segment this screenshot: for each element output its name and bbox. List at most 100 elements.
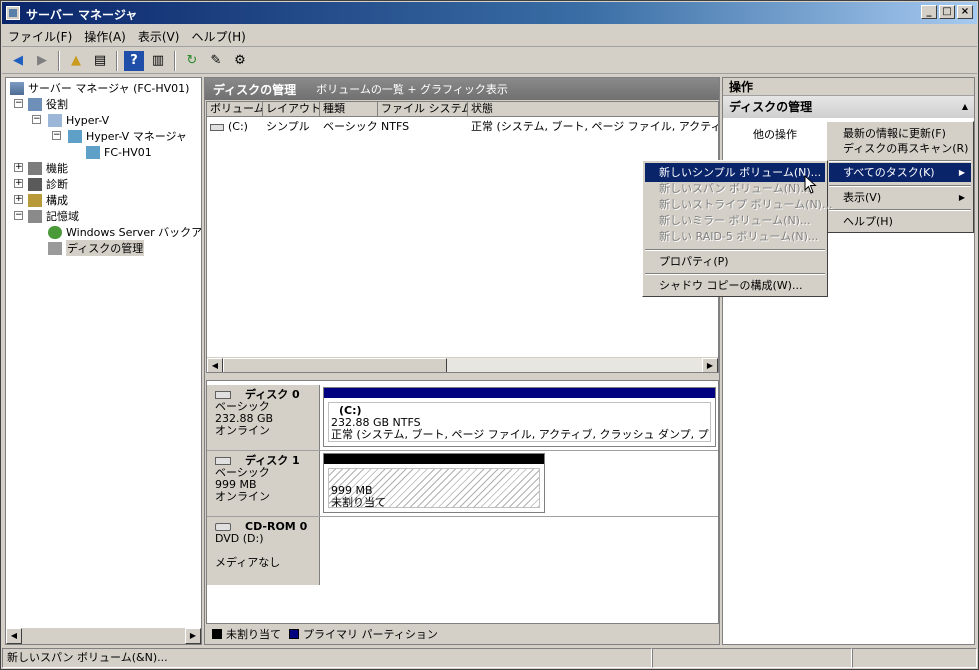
tree-item-disk-management[interactable]: ディスクの管理 — [48, 240, 145, 256]
cdrom-label[interactable]: CD-ROM 0 DVD (D:) メディアなし — [207, 517, 320, 585]
tree-item-hyper-v[interactable]: Hyper-V — [48, 112, 109, 128]
tree-item-features[interactable]: 機能 — [28, 160, 68, 176]
tree-horizontal-scrollbar[interactable]: ◀ ▶ — [6, 628, 201, 644]
tree-item-label: 診断 — [46, 178, 68, 191]
menu-bar: ファイル(F) 操作(A) 表示(V) ヘルプ(H) — [2, 26, 977, 47]
menu-file[interactable]: ファイル(F) — [2, 28, 78, 45]
column-status[interactable]: 状態 — [468, 102, 718, 117]
menu-item-properties[interactable]: プロパティ(P) — [645, 252, 729, 271]
center-subtitle: ボリュームの一覧 + グラフィック表示 — [316, 83, 508, 96]
menu-item-all-tasks[interactable]: すべてのタスク(K) ▶ — [829, 163, 971, 182]
actions-section-label: ディスクの管理 — [729, 100, 813, 114]
expand-icon[interactable]: + — [14, 195, 23, 204]
server-manager-window: サーバー マネージャ _ □ × ファイル(F) 操作(A) 表示(V) ヘルプ… — [0, 0, 979, 670]
table-row[interactable]: (C:) シンプル ベーシック NTFS 正常 (システム, ブート, ページ … — [207, 119, 718, 135]
up-folder-icon[interactable]: ▲ — [66, 51, 86, 71]
hyper-v-icon — [48, 113, 62, 127]
menu-item-shadow-copy[interactable]: シャドウ コピーの構成(W)... — [645, 276, 802, 295]
forward-icon[interactable]: ▶ — [32, 51, 52, 71]
menu-help[interactable]: ヘルプ(H) — [185, 28, 251, 45]
refresh-icon[interactable]: ↻ — [182, 51, 202, 71]
toolbar-separator — [174, 50, 176, 71]
menu-view[interactable]: 表示(V) — [132, 28, 186, 45]
tree-item-server-manager[interactable]: サーバー マネージャ (FC-HV01) — [10, 80, 189, 96]
actions-section-disk-management[interactable]: ディスクの管理 ▲ — [723, 96, 974, 118]
disk-settings-icon[interactable]: ⚙ — [230, 51, 250, 71]
back-icon[interactable]: ◀ — [8, 51, 28, 71]
collapse-icon[interactable]: − — [52, 131, 61, 140]
tree-item-hyper-v-manager[interactable]: Hyper-V マネージャ — [68, 128, 187, 144]
disk-row-cdrom[interactable]: CD-ROM 0 DVD (D:) メディアなし — [207, 517, 718, 585]
scroll-thumb[interactable] — [223, 358, 447, 372]
menu-item-rescan-disks[interactable]: ディスクの再スキャン(R) — [829, 139, 968, 158]
partition-status: 未割り当て — [331, 496, 386, 508]
status-cell-3 — [852, 648, 977, 668]
show-hide-tree-icon[interactable]: ▤ — [90, 51, 110, 71]
scroll-right-icon[interactable]: ▶ — [702, 358, 718, 372]
volume-list-horizontal-scrollbar[interactable]: ◀ ▶ — [207, 357, 718, 372]
storage-icon — [28, 209, 42, 223]
host-server-icon — [86, 145, 100, 159]
collapse-icon[interactable]: − — [32, 115, 41, 124]
cdrom-icon — [215, 523, 231, 531]
tree-item-fc-hv01[interactable]: FC-HV01 — [86, 144, 152, 160]
menu-separator — [829, 160, 971, 162]
column-volume[interactable]: ボリューム — [207, 102, 263, 117]
menu-item-view[interactable]: 表示(V) ▶ — [829, 188, 971, 207]
diagnostics-icon — [28, 177, 42, 191]
scroll-left-icon[interactable]: ◀ — [207, 358, 223, 372]
disk-row-1[interactable]: ディスク 1 ベーシック 999 MB オンライン 999 MB 未割り当て — [207, 451, 718, 517]
menu-item-help[interactable]: ヘルプ(H) — [829, 212, 893, 231]
legend-label: 未割り当て — [226, 628, 281, 641]
close-button[interactable]: × — [957, 5, 973, 19]
tree-item-label: Hyper-V マネージャ — [86, 130, 187, 143]
partition-body: 999 MB 未割り当て — [328, 468, 540, 508]
partition-unallocated[interactable]: 999 MB 未割り当て — [323, 453, 545, 513]
tree-item-storage[interactable]: 記憶域 — [28, 208, 79, 224]
disk-state: オンライン — [215, 490, 270, 503]
tree-item-diagnostics[interactable]: 診断 — [28, 176, 68, 192]
scroll-left-icon[interactable]: ◀ — [6, 628, 22, 644]
column-layout[interactable]: レイアウト — [263, 102, 320, 117]
menu-item-label: 表示(V) — [843, 191, 882, 204]
features-icon — [28, 161, 42, 175]
collapse-up-icon[interactable]: ▲ — [962, 96, 968, 118]
help-icon[interactable]: ? — [124, 50, 144, 71]
tree-item-label: Hyper-V — [66, 113, 110, 127]
status-bar: 新しいスパン ボリューム(&N)... — [2, 648, 977, 668]
mouse-cursor-icon — [804, 175, 817, 194]
volume-list-header: ボリューム レイアウト 種類 ファイル システム 状態 — [207, 102, 718, 117]
tree-item-label: ディスクの管理 — [66, 240, 145, 256]
partition-c[interactable]: (C:) 232.88 GB NTFS 正常 (システム, ブート, ページ フ… — [323, 387, 716, 447]
collapse-icon[interactable]: − — [14, 211, 23, 220]
disk-1-label[interactable]: ディスク 1 ベーシック 999 MB オンライン — [207, 451, 320, 516]
expand-icon[interactable]: + — [14, 163, 23, 172]
properties-icon[interactable]: ✎ — [206, 51, 226, 71]
collapse-icon[interactable]: − — [14, 99, 23, 108]
action-pane-icon[interactable]: ▥ — [148, 51, 168, 71]
title-bar[interactable]: サーバー マネージャ _ □ × — [2, 2, 977, 24]
column-filesystem[interactable]: ファイル システム — [378, 102, 468, 117]
disk-row-0[interactable]: ディスク 0 ベーシック 232.88 GB オンライン (C:) 232.88… — [207, 385, 718, 451]
tree-item-label: サーバー マネージャ (FC-HV01) — [28, 82, 190, 95]
menu-item-new-raid5-volume[interactable]: 新しい RAID-5 ボリューム(N)... — [645, 227, 818, 246]
disk-0-label[interactable]: ディスク 0 ベーシック 232.88 GB オンライン — [207, 385, 320, 450]
tree-item-roles[interactable]: 役割 — [28, 96, 68, 112]
drive-icon — [210, 123, 224, 131]
expand-icon[interactable]: + — [14, 179, 23, 188]
cell-volume-text: (C:) — [228, 120, 248, 133]
minimize-button[interactable]: _ — [921, 5, 937, 19]
column-type[interactable]: 種類 — [320, 102, 378, 117]
menu-action[interactable]: 操作(A) — [78, 28, 132, 45]
scroll-right-icon[interactable]: ▶ — [185, 628, 201, 644]
tree-item-configuration[interactable]: 構成 — [28, 192, 68, 208]
menu-separator — [829, 209, 971, 211]
maximize-button[interactable]: □ — [939, 5, 955, 19]
disk-icon — [215, 391, 231, 399]
other-actions[interactable]: 他の操作 — [753, 126, 797, 142]
cell-status: 正常 (システム, ブート, ページ ファイル, アクティブ, クラッシュ ダン… — [471, 120, 718, 133]
all-tasks-menu: 新しいシンプル ボリューム(N)... 新しいスパン ボリューム(N)... 新… — [642, 160, 832, 297]
toolbar-separator — [116, 50, 118, 71]
tree-item-windows-server-backup[interactable]: Windows Server バックアップ — [48, 224, 201, 240]
disk-icon — [215, 457, 231, 465]
